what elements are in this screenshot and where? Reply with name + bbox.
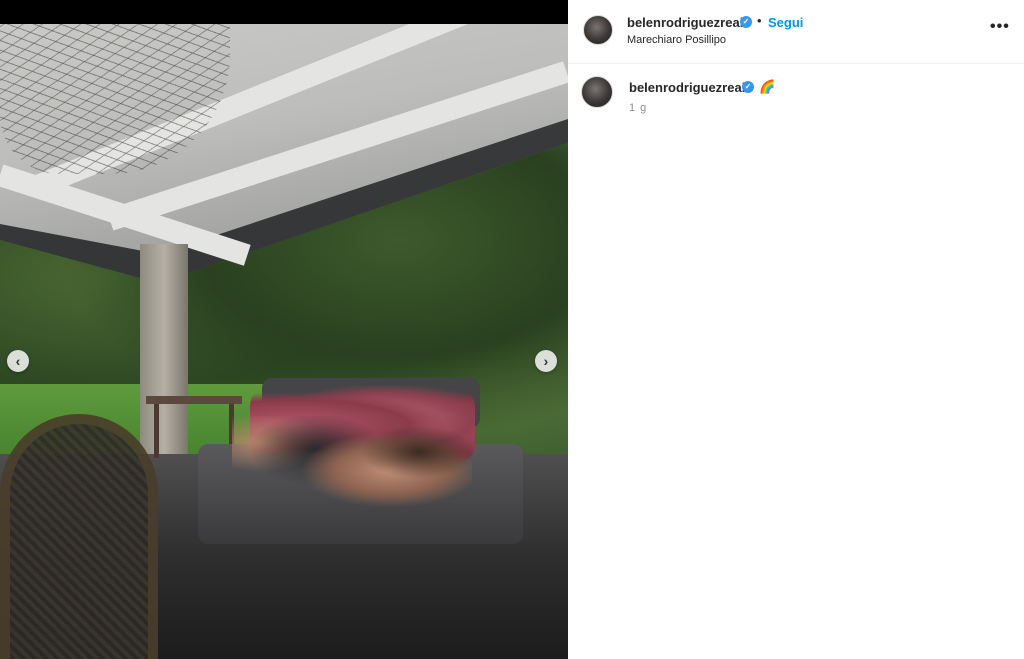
people-on-sofa <box>232 416 472 536</box>
caption-text: 🌈 <box>759 79 776 94</box>
location-link[interactable]: Marechiaro Posillipo <box>627 34 726 46</box>
chevron-left-icon: ‹ <box>15 353 21 369</box>
more-options-icon[interactable]: ••• <box>990 19 1010 35</box>
header-separator: • <box>757 13 762 28</box>
header-username[interactable]: belenrodriguezreal <box>627 15 743 30</box>
wicker-chair <box>0 414 158 659</box>
avatar[interactable] <box>583 15 613 45</box>
post-media: ‹ › <box>0 0 568 659</box>
post-time[interactable]: 1 g <box>629 102 647 114</box>
caption-username[interactable]: belenrodriguezreal <box>629 80 745 95</box>
carousel-prev-button[interactable]: ‹ <box>7 350 29 372</box>
verified-badge-icon: ✓ <box>742 81 754 93</box>
verified-badge-icon: ✓ <box>740 16 752 28</box>
post-sidebar: belenrodriguezreal ✓ • Segui Marechiaro … <box>568 0 1024 659</box>
post-photo[interactable] <box>0 24 568 659</box>
follow-button[interactable]: Segui <box>768 15 803 30</box>
carousel-next-button[interactable]: › <box>535 350 557 372</box>
caption-avatar[interactable] <box>581 76 613 108</box>
post-header: belenrodriguezreal ✓ • Segui Marechiaro … <box>568 0 1024 64</box>
chevron-right-icon: › <box>543 353 549 369</box>
